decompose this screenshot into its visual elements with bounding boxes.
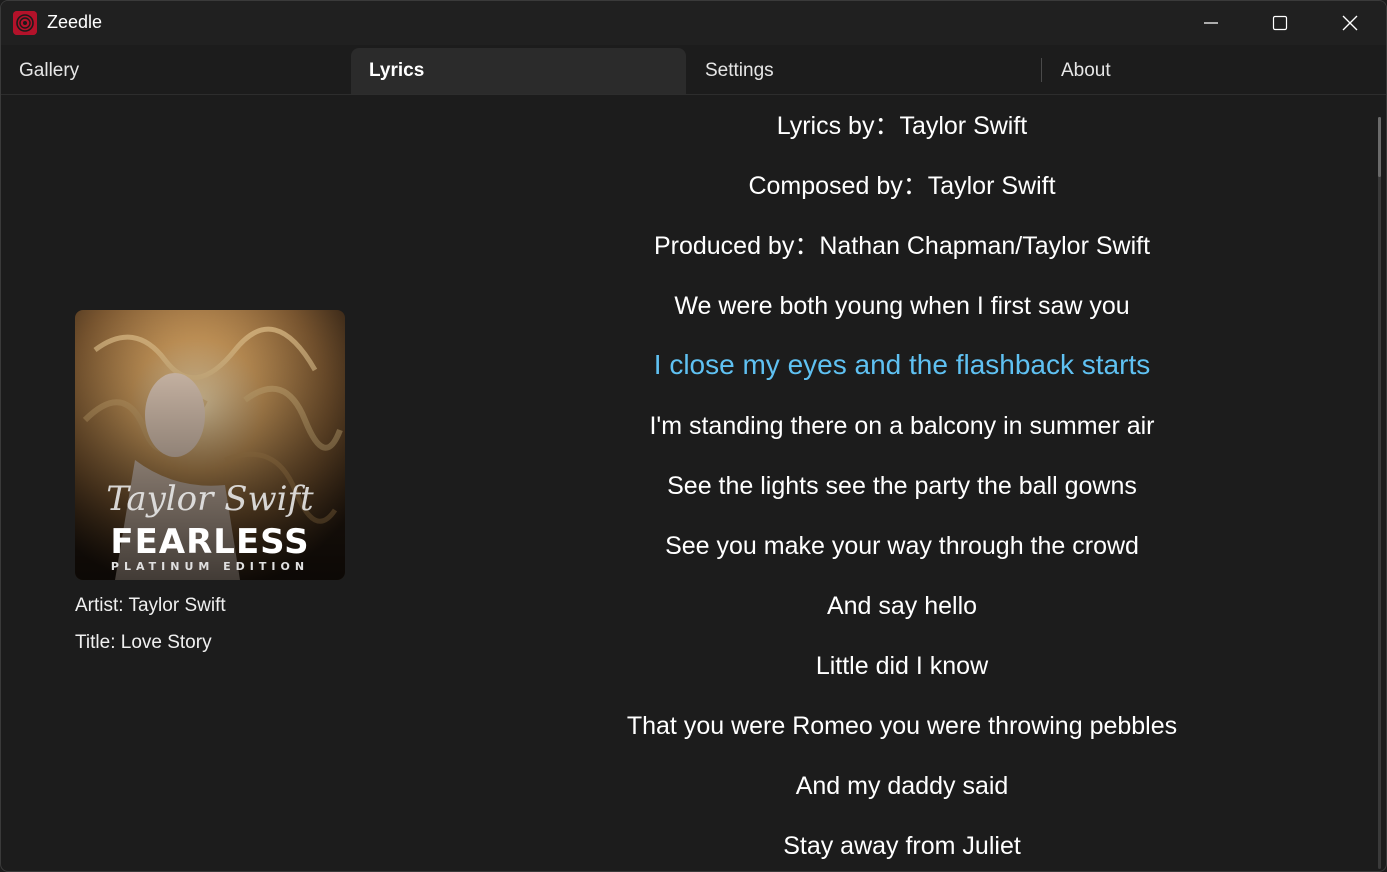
tab-settings[interactable]: Settings [687, 48, 1041, 94]
artist-label: Artist: Taylor Swift [75, 595, 226, 616]
scrollbar-thumb[interactable] [1378, 117, 1381, 177]
lyrics-panel[interactable]: Lyrics by：Taylor Swift Composed by：Taylo… [419, 96, 1385, 871]
lyric-line: See the lights see the party the ball go… [667, 472, 1137, 500]
cover-edition-text: PLATINUM EDITION [111, 560, 309, 573]
title-bar[interactable]: Zeedle [1, 1, 1386, 45]
tab-lyrics[interactable]: Lyrics [351, 48, 686, 94]
close-icon [1342, 15, 1358, 31]
tab-about[interactable]: About [1043, 48, 1386, 94]
tab-bar: Gallery Lyrics Settings About [1, 48, 1386, 95]
lyric-line: Lyrics by：Taylor Swift [776, 112, 1028, 140]
lyric-line: See you make your way through the crowd [665, 532, 1139, 560]
minimize-button[interactable] [1176, 1, 1246, 45]
maximize-icon [1272, 15, 1288, 31]
lyric-line: Stay away from Juliet [783, 832, 1021, 860]
lyric-line: I'm standing there on a balcony in summe… [649, 412, 1155, 440]
app-title: Zeedle [47, 12, 103, 32]
zeedle-app-icon [13, 11, 37, 35]
lyric-line: Produced by：Nathan Chapman/Taylor Swift [653, 232, 1151, 260]
maximize-button[interactable] [1245, 1, 1315, 45]
minimize-icon [1204, 22, 1218, 24]
album-cover: Taylor Swift FEARLESS PLATINUM EDITION [75, 310, 345, 580]
cover-script-text: Taylor Swift [106, 479, 314, 519]
lyric-line: Composed by：Taylor Swift [748, 172, 1056, 200]
close-button[interactable] [1315, 1, 1385, 45]
cover-album-text: FEARLESS [110, 522, 309, 562]
lyric-line: And say hello [826, 592, 978, 620]
lyric-line: Little did I know [815, 652, 989, 680]
lyric-line-active: I close my eyes and the flashback starts [653, 349, 1151, 380]
lyrics-scrollbar[interactable] [1378, 117, 1381, 869]
lyric-line: That you were Romeo you were throwing pe… [626, 712, 1178, 740]
lyric-line: And my daddy said [795, 772, 1009, 800]
lyric-line: We were both young when I first saw you [674, 292, 1130, 320]
tab-divider [1041, 58, 1042, 82]
title-label: Title: Love Story [75, 632, 212, 653]
tab-gallery[interactable]: Gallery [1, 48, 350, 94]
app-window: Zeedle Gallery Lyrics Settings About Tay… [0, 0, 1387, 872]
